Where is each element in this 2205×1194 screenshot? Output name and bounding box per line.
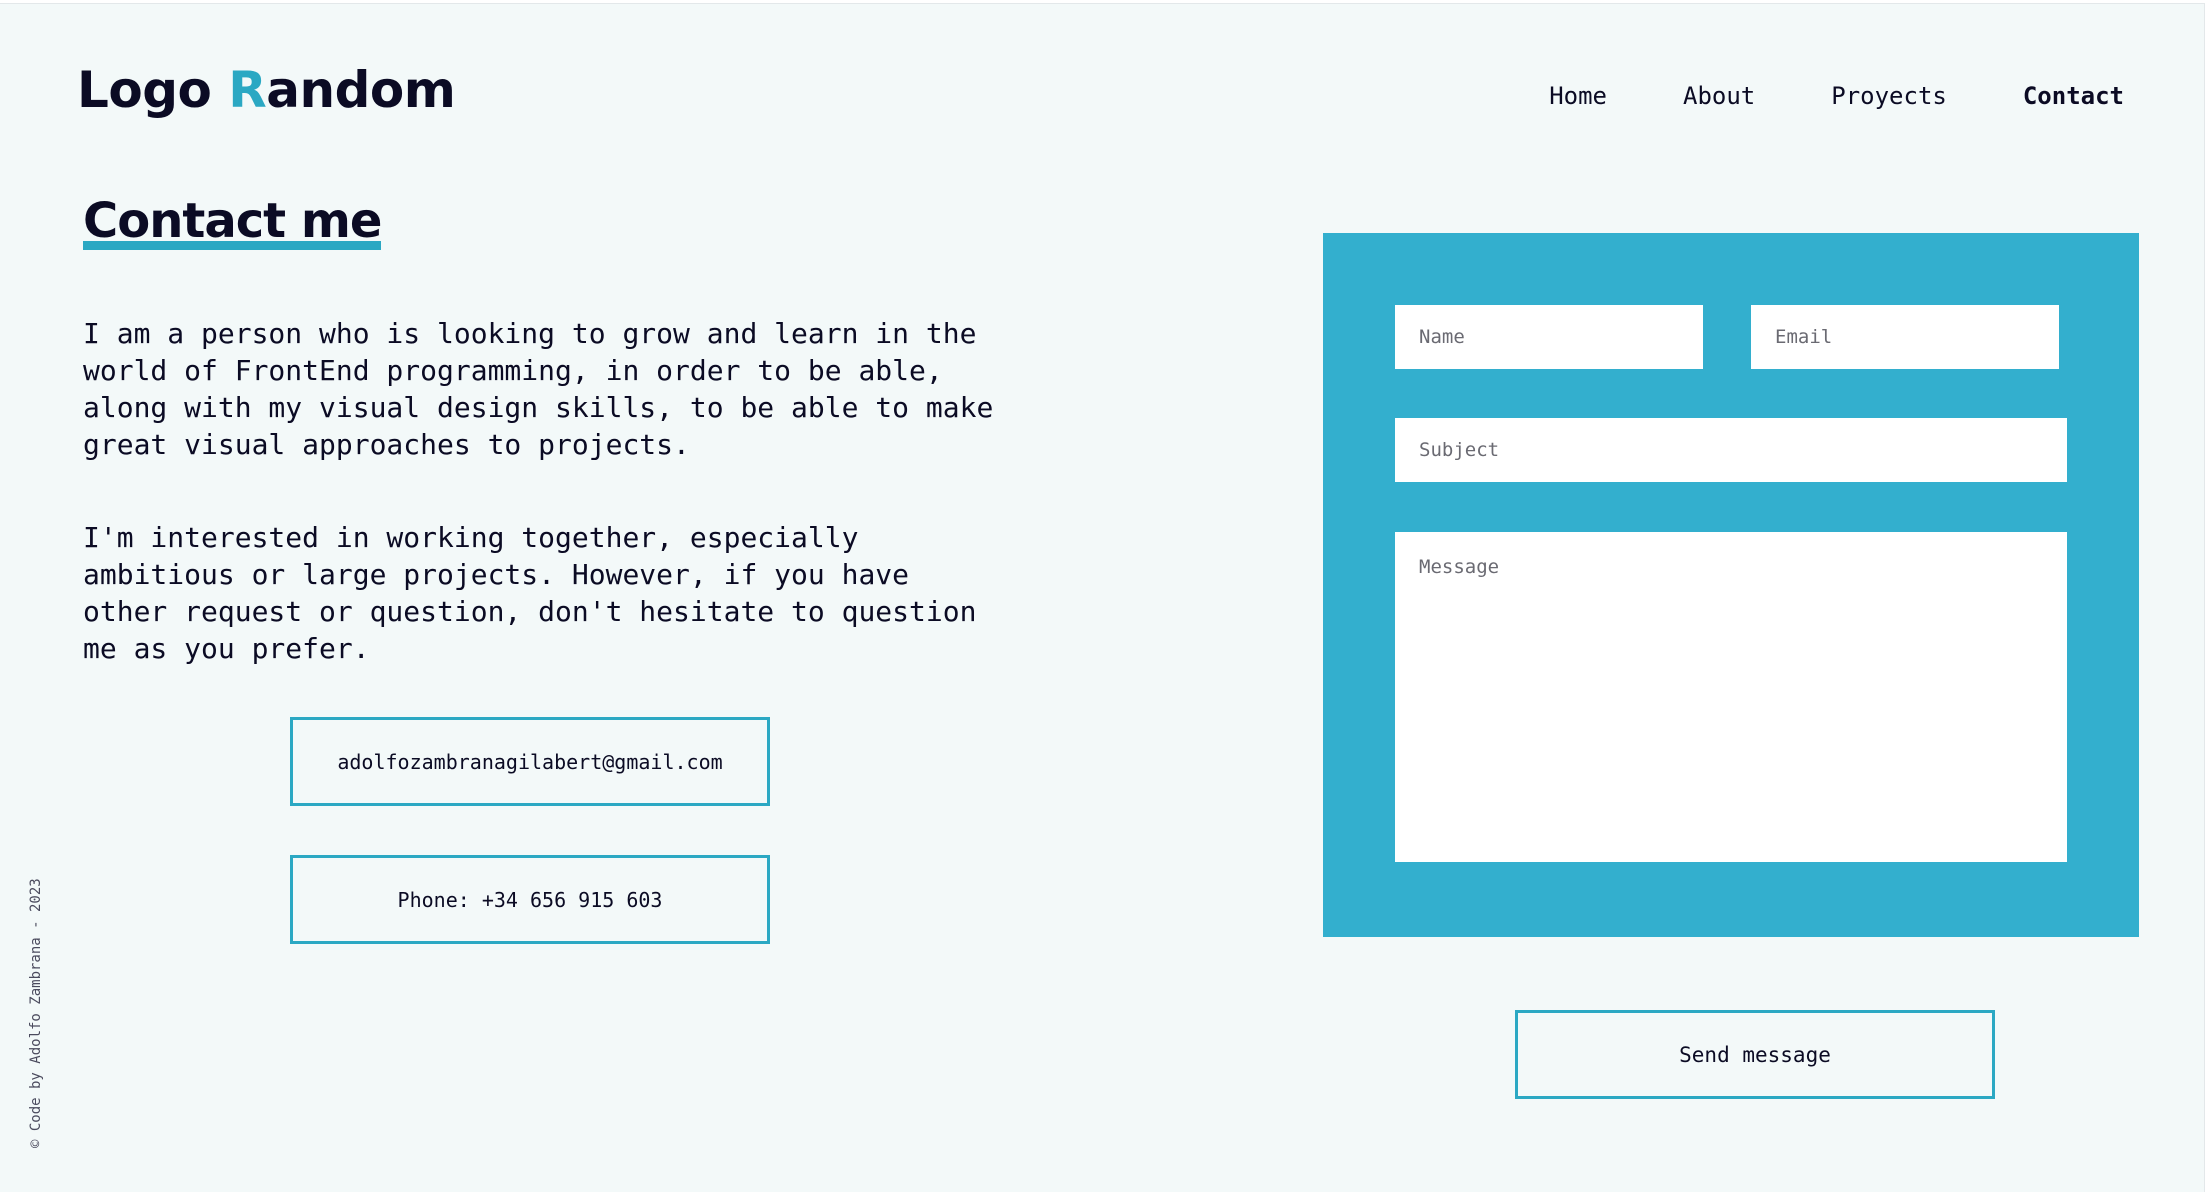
collaboration-paragraph: I'm interested in working together, espe…: [83, 521, 977, 665]
page-title: Contact me: [83, 193, 382, 250]
nav-contact-link[interactable]: Contact: [2023, 82, 2124, 110]
page-title-wrap: Contact me: [83, 193, 382, 250]
page: Logo Random Home About Proyects Contact …: [0, 3, 2205, 1192]
message-textarea[interactable]: [1395, 532, 2067, 862]
email-input[interactable]: [1751, 305, 2059, 369]
contact-form: [1323, 233, 2139, 937]
nav-home-link[interactable]: Home: [1549, 82, 1607, 110]
nav-proyects-link[interactable]: Proyects: [1831, 82, 1947, 110]
logo[interactable]: Logo Random: [77, 58, 456, 122]
phone-contact-box[interactable]: Phone: +34 656 915 603: [290, 855, 770, 944]
nav-about-link[interactable]: About: [1683, 82, 1755, 110]
name-input[interactable]: [1395, 305, 1703, 369]
intro-paragraph: I am a person who is looking to grow and…: [83, 317, 994, 461]
send-message-button[interactable]: Send message: [1515, 1010, 1995, 1099]
logo-accent-letter: R: [228, 61, 267, 119]
logo-suffix: andom: [266, 61, 456, 119]
subject-input[interactable]: [1395, 418, 2067, 482]
main-nav: Home About Proyects Contact: [1549, 82, 2124, 110]
email-contact-box[interactable]: adolfozambranagilabert@gmail.com: [290, 717, 770, 806]
logo-prefix: Logo: [77, 61, 229, 119]
footer-credit: © Code by Adolfo Zambrana - 2023: [28, 878, 44, 1148]
